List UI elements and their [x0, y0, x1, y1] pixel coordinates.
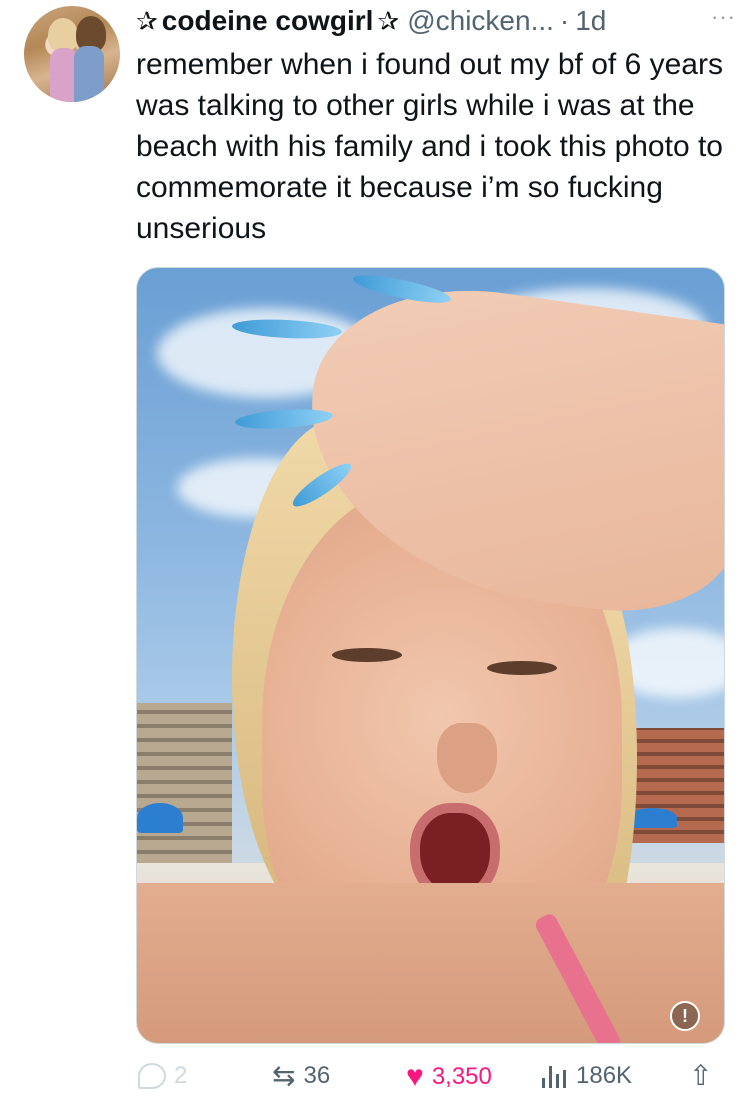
user-handle[interactable]: @chicken... [407, 5, 554, 37]
avatar-hair [48, 18, 78, 52]
bar-chart-icon [542, 1064, 566, 1088]
beach-umbrella [137, 803, 183, 833]
reply-count: 2 [174, 1062, 188, 1089]
separator-dot: · [559, 5, 570, 36]
building [137, 703, 232, 878]
share-button[interactable]: ⇧ [689, 1062, 720, 1090]
shoulders [137, 883, 724, 1043]
tweet-header: ✰ codeine cowgirl ✰ @chicken... · 1d [136, 4, 606, 38]
tweet: ✰ codeine cowgirl ✰ @chicken... · 1d ···… [0, 0, 750, 1101]
tweet-photo[interactable]: ! [136, 267, 725, 1044]
tweet-actions: 2 ⇆ 36 ♥ 3,350 186K ⇧ [136, 1058, 726, 1101]
star-icon: ✰ [136, 6, 158, 36]
timestamp[interactable]: 1d [575, 5, 606, 37]
like-button[interactable]: ♥ 3,350 [406, 1062, 492, 1092]
eye [332, 648, 402, 662]
more-options-icon[interactable]: ··· [711, 4, 736, 30]
alert-icon[interactable]: ! [670, 1001, 700, 1031]
retweet-count: 36 [303, 1062, 331, 1089]
eye [487, 661, 557, 675]
reply-icon [138, 1063, 166, 1089]
heart-icon: ♥ [406, 1060, 424, 1093]
display-name[interactable]: codeine cowgirl [162, 5, 374, 37]
view-count: 186K [576, 1062, 633, 1089]
avatar-figure [74, 46, 104, 102]
tweet-text: remember when i found out my bf of 6 yea… [136, 48, 723, 245]
avatar[interactable] [24, 6, 120, 102]
views-button[interactable]: 186K [542, 1062, 632, 1090]
reply-button[interactable]: 2 [138, 1062, 187, 1090]
retweet-icon: ⇆ [272, 1060, 296, 1091]
nose [437, 723, 497, 793]
star-icon: ✰ [377, 6, 400, 36]
retweet-button[interactable]: ⇆ 36 [272, 1062, 330, 1090]
share-icon: ⇧ [689, 1060, 713, 1091]
like-count: 3,350 [431, 1063, 492, 1090]
